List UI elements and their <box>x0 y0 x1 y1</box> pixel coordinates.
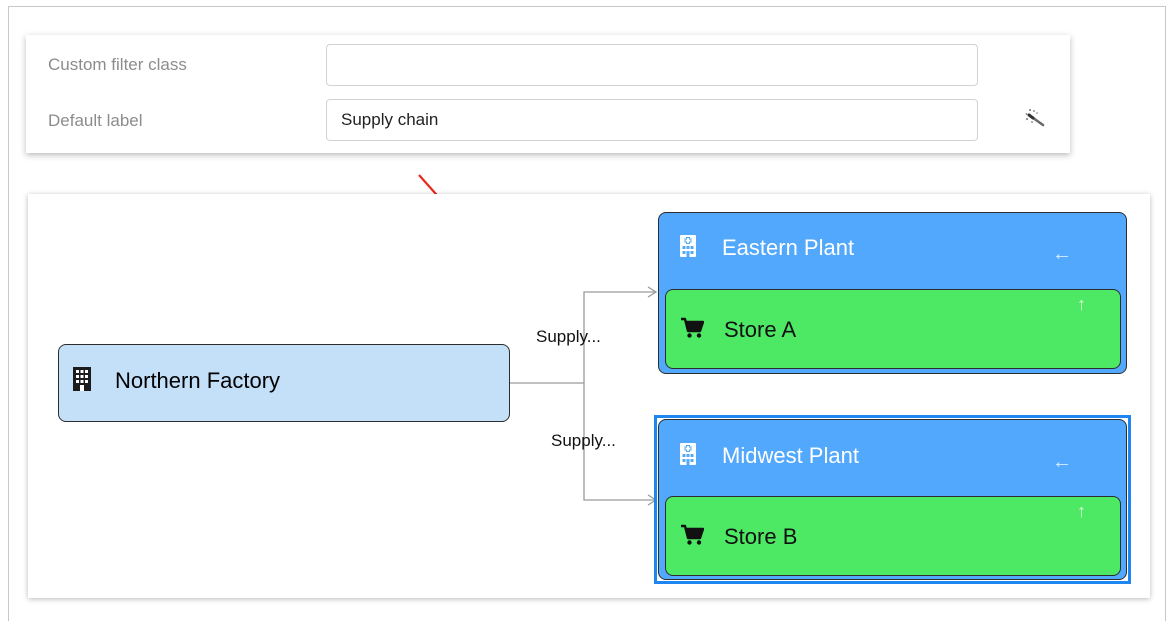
node-eastern-plant[interactable]: Eastern Plant ← Store A ↑ <box>658 212 1127 374</box>
hospital-building-icon <box>680 235 696 257</box>
node-title: Store B <box>724 524 798 549</box>
collapse-arrow-icon[interactable]: ← <box>1052 243 1072 266</box>
office-building-icon <box>73 367 91 391</box>
node-store-b[interactable]: Store B ↑ <box>665 496 1121 576</box>
node-title: Store A <box>724 317 797 342</box>
magic-wand-icon[interactable] <box>1024 107 1048 131</box>
node-title: Eastern Plant <box>722 235 855 260</box>
default-label-input[interactable] <box>326 99 978 141</box>
hospital-building-icon <box>680 443 696 465</box>
edge-label-midwest[interactable]: Supply... <box>551 431 616 451</box>
diagram-canvas: Supply... Supply... Northern Factory Eas… <box>28 194 1150 598</box>
expand-arrow-icon[interactable]: ↑ <box>1077 294 1086 315</box>
properties-panel: Custom filter class Default label <box>26 35 1070 153</box>
node-title: Midwest Plant <box>722 443 859 468</box>
collapse-arrow-icon[interactable]: ← <box>1052 451 1072 474</box>
node-store-a[interactable]: Store A ↑ <box>665 289 1121 369</box>
node-midwest-plant[interactable]: Midwest Plant ← Store B ↑ <box>658 419 1127 580</box>
default-label-label: Default label <box>48 111 143 130</box>
expand-arrow-icon[interactable]: ↑ <box>1077 501 1086 522</box>
custom-filter-class-input[interactable] <box>326 44 978 86</box>
custom-filter-class-label: Custom filter class <box>48 55 187 74</box>
cart-icon <box>681 317 704 338</box>
cart-icon <box>681 524 704 545</box>
node-title: Northern Factory <box>115 368 281 393</box>
node-northern-factory[interactable]: Northern Factory <box>58 344 510 422</box>
edge-label-eastern[interactable]: Supply... <box>536 327 601 347</box>
